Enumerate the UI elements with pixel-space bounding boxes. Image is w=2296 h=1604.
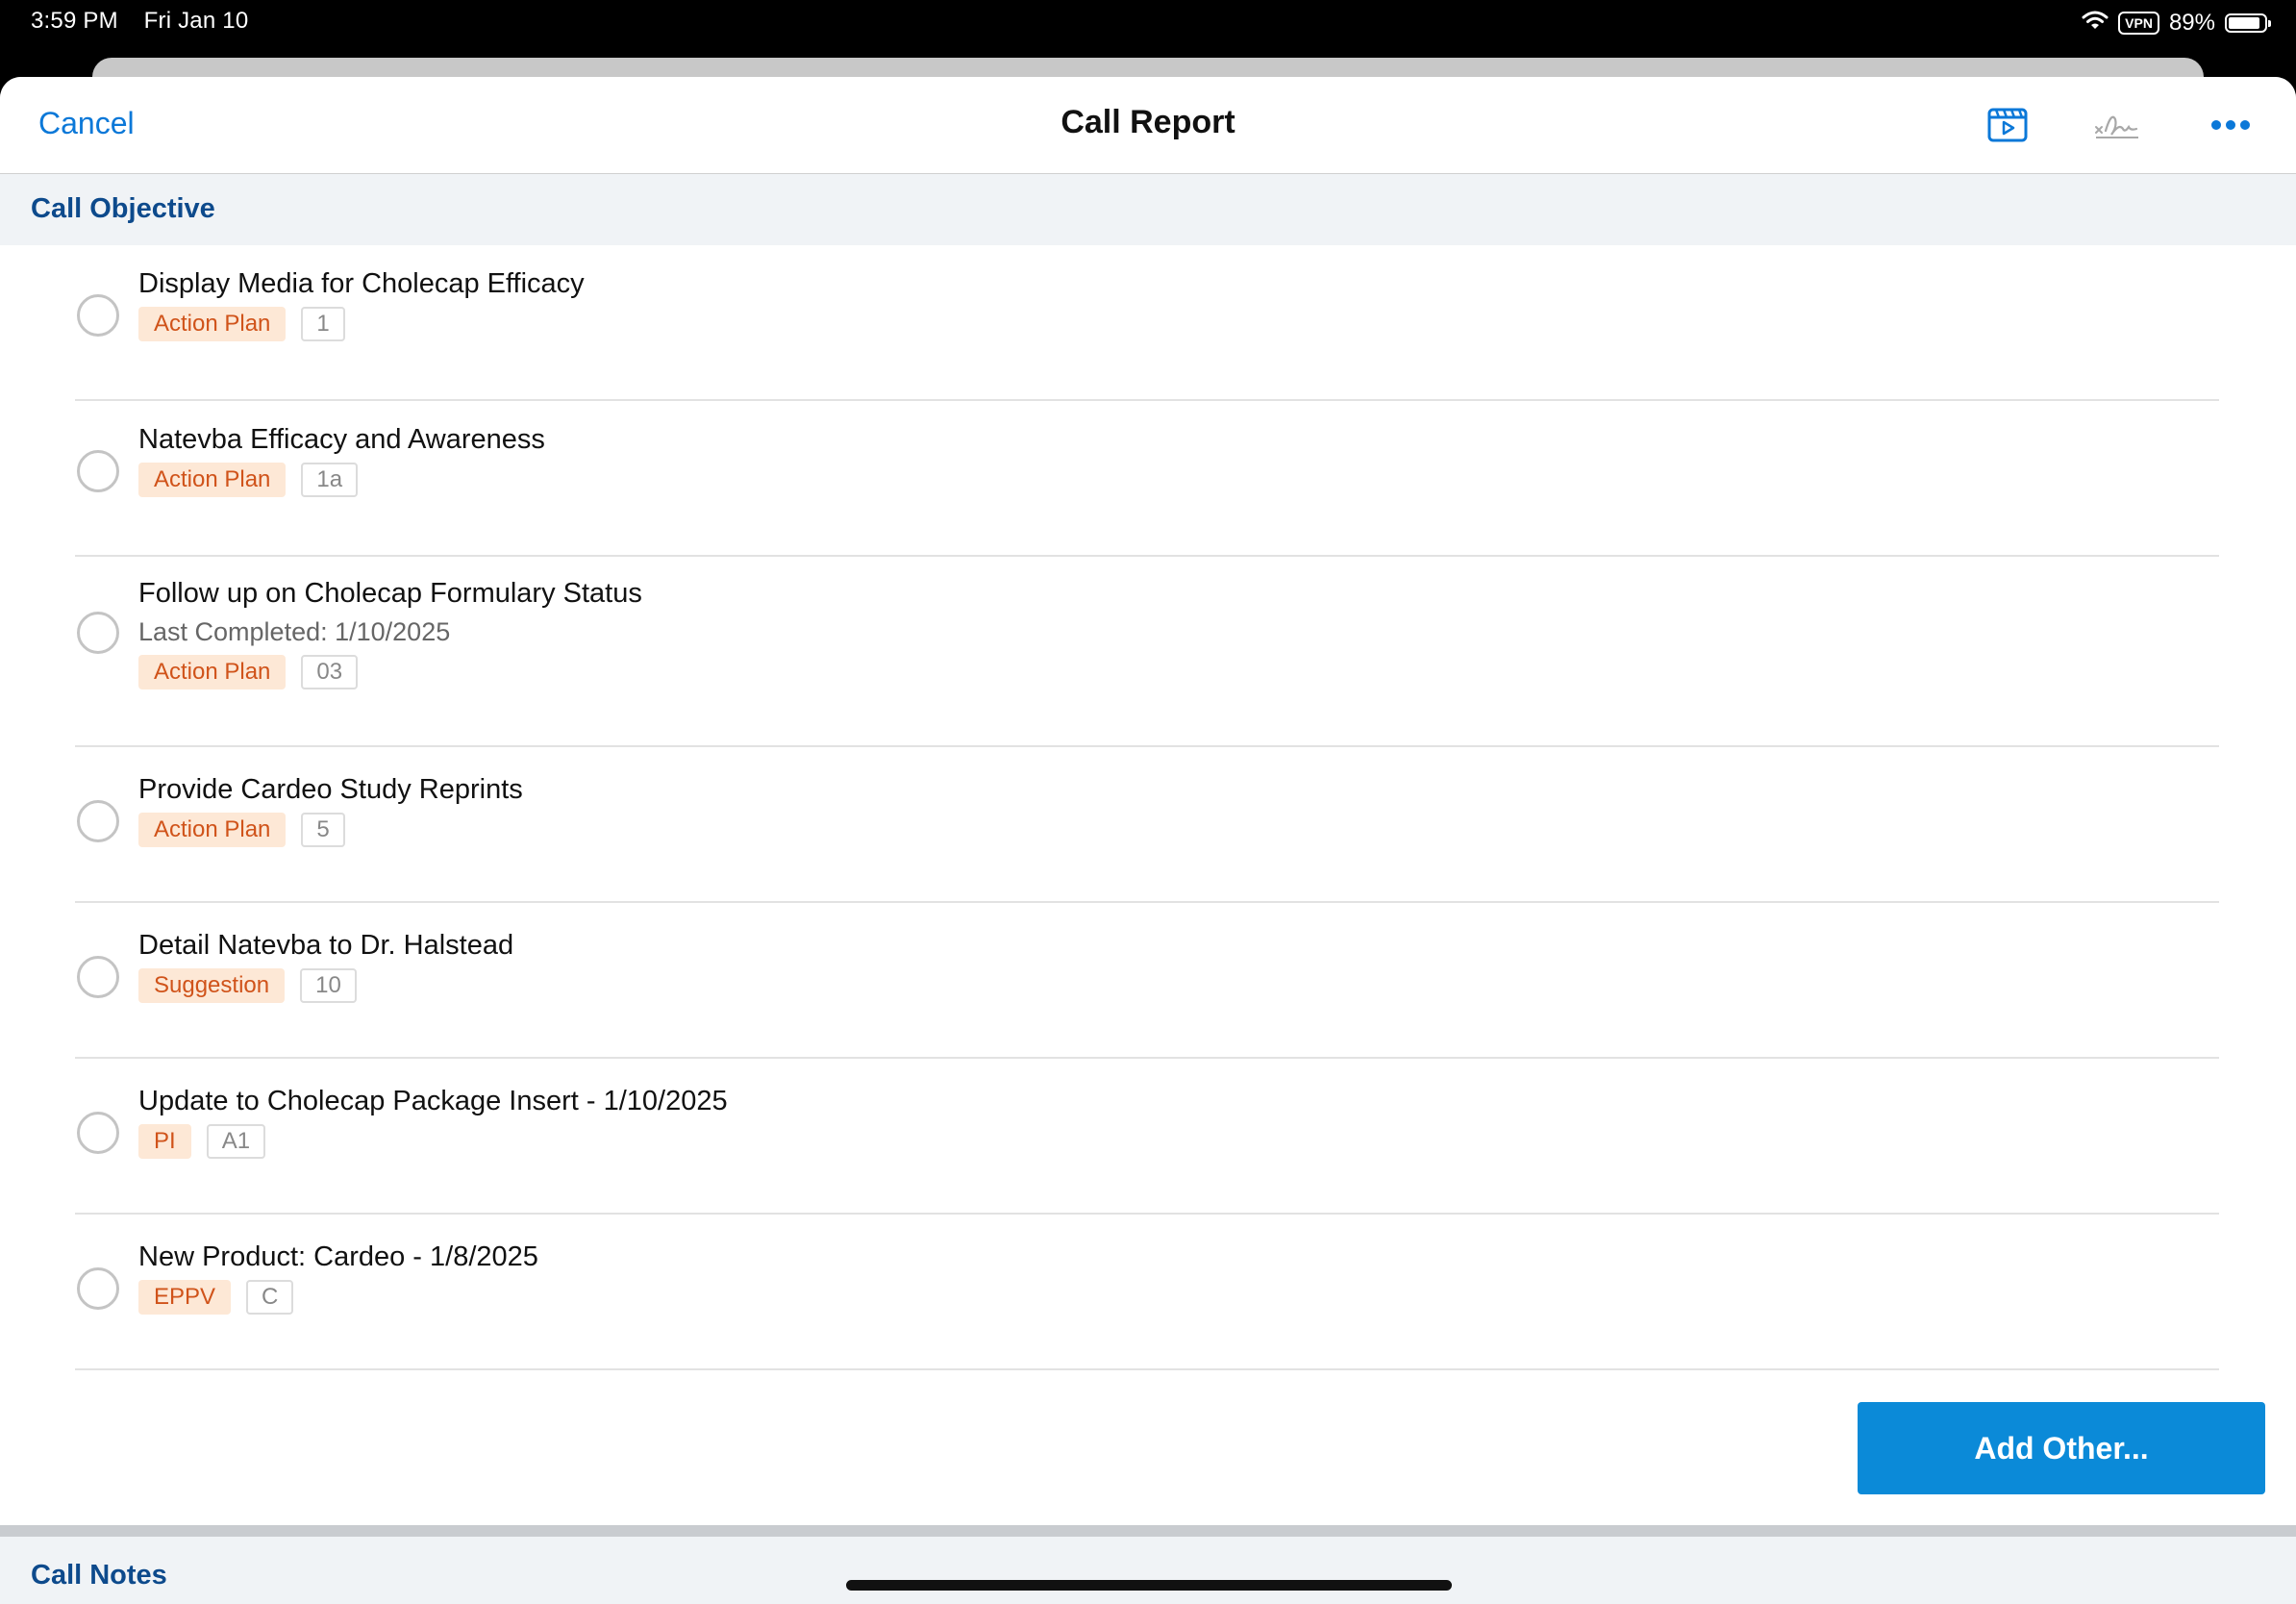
item-title: Display Media for Cholecap Efficacy (138, 268, 585, 299)
item-title: Provide Cardeo Study Reprints (138, 774, 523, 805)
item-title: Update to Cholecap Package Insert - 1/10… (138, 1086, 728, 1116)
item-tags: Action Plan 1 (138, 307, 585, 341)
list-item[interactable]: Provide Cardeo Study Reprints Action Pla… (0, 747, 2296, 903)
objective-list: Display Media for Cholecap Efficacy Acti… (0, 245, 2296, 1370)
list-item[interactable]: Follow up on Cholecap Formulary Status L… (0, 557, 2296, 747)
wifi-icon (2082, 10, 2109, 38)
item-content: Follow up on Cholecap Formulary Status L… (138, 574, 642, 689)
number-tag: 1a (301, 463, 359, 497)
item-title: Detail Natevba to Dr. Halstead (138, 930, 514, 961)
list-item[interactable]: New Product: Cardeo - 1/8/2025 EPPV C (0, 1215, 2296, 1370)
number-tag: A1 (206, 1124, 266, 1159)
list-item[interactable]: Detail Natevba to Dr. Halstead Suggestio… (0, 903, 2296, 1059)
number-tag: 1 (301, 307, 345, 341)
date: Fri Jan 10 (143, 8, 249, 34)
clock: 3:59 PM (31, 8, 118, 34)
objective-checkbox[interactable] (77, 612, 119, 654)
number-tag: 5 (301, 813, 345, 847)
battery-percent: 89% (2168, 10, 2215, 36)
item-tags: Action Plan 5 (138, 813, 523, 847)
number-tag: C (246, 1280, 294, 1315)
section-title: Call Objective (31, 193, 215, 224)
item-content: Provide Cardeo Study Reprints Action Pla… (138, 770, 523, 847)
objective-checkbox[interactable] (77, 1112, 119, 1154)
section-title: Call Notes (31, 1560, 167, 1591)
home-indicator (846, 1580, 1452, 1591)
status-bar-left: 3:59 PM Fri Jan 10 (31, 8, 267, 35)
list-item[interactable]: Display Media for Cholecap Efficacy Acti… (0, 245, 2296, 401)
item-title: Natevba Efficacy and Awareness (138, 424, 545, 455)
media-icon[interactable] (1983, 100, 2033, 150)
item-content: New Product: Cardeo - 1/8/2025 EPPV C (138, 1238, 538, 1315)
signature-icon[interactable] (2092, 100, 2142, 150)
type-tag: EPPV (138, 1280, 232, 1315)
item-content: Detail Natevba to Dr. Halstead Suggestio… (138, 926, 513, 1003)
status-bar-right: VPN 89% (2082, 8, 2271, 38)
add-other-button[interactable]: Add Other... (1858, 1402, 2265, 1494)
number-tag: 10 (300, 968, 357, 1003)
page-title: Call Report (1061, 104, 1235, 140)
call-notes-header[interactable]: Call Notes (0, 1537, 2296, 1604)
type-tag: Action Plan (138, 813, 287, 847)
type-tag: Suggestion (138, 968, 286, 1003)
item-tags: PI A1 (138, 1124, 728, 1159)
type-tag: Action Plan (138, 307, 287, 341)
battery-icon (2225, 13, 2271, 33)
sheet-divider-bar (0, 1525, 2296, 1537)
divider (75, 1368, 2219, 1370)
battery-fill (2229, 17, 2259, 29)
nav-bar: Cancel Call Report (0, 77, 2296, 174)
type-tag: Action Plan (138, 655, 287, 689)
item-title: New Product: Cardeo - 1/8/2025 (138, 1241, 538, 1272)
item-content: Update to Cholecap Package Insert - 1/10… (138, 1082, 728, 1159)
item-content: Natevba Efficacy and Awareness Action Pl… (138, 420, 545, 497)
item-tags: EPPV C (138, 1280, 538, 1315)
list-item[interactable]: Natevba Efficacy and Awareness Action Pl… (0, 401, 2296, 557)
objective-checkbox[interactable] (77, 1267, 119, 1310)
item-tags: Action Plan 03 (138, 655, 642, 689)
objective-checkbox[interactable] (77, 956, 119, 998)
vpn-badge: VPN (2118, 12, 2159, 35)
item-content: Display Media for Cholecap Efficacy Acti… (138, 264, 585, 341)
more-options-icon[interactable] (2206, 100, 2256, 150)
objective-checkbox[interactable] (77, 294, 119, 337)
call-objective-header: Call Objective (0, 174, 2296, 245)
call-report-sheet: Cancel Call Report Call Objective Displa… (0, 77, 2296, 1529)
objective-checkbox[interactable] (77, 450, 119, 492)
objective-checkbox[interactable] (77, 800, 119, 842)
type-tag: PI (138, 1124, 191, 1159)
item-subtitle: Last Completed: 1/10/2025 (138, 617, 451, 646)
list-item[interactable]: Update to Cholecap Package Insert - 1/10… (0, 1059, 2296, 1215)
item-tags: Action Plan 1a (138, 463, 545, 497)
number-tag: 03 (301, 655, 359, 689)
type-tag: Action Plan (138, 463, 287, 497)
item-tags: Suggestion 10 (138, 968, 513, 1003)
item-title: Follow up on Cholecap Formulary Status (138, 578, 642, 609)
status-bar: 3:59 PM Fri Jan 10 VPN 89% (0, 0, 2296, 46)
